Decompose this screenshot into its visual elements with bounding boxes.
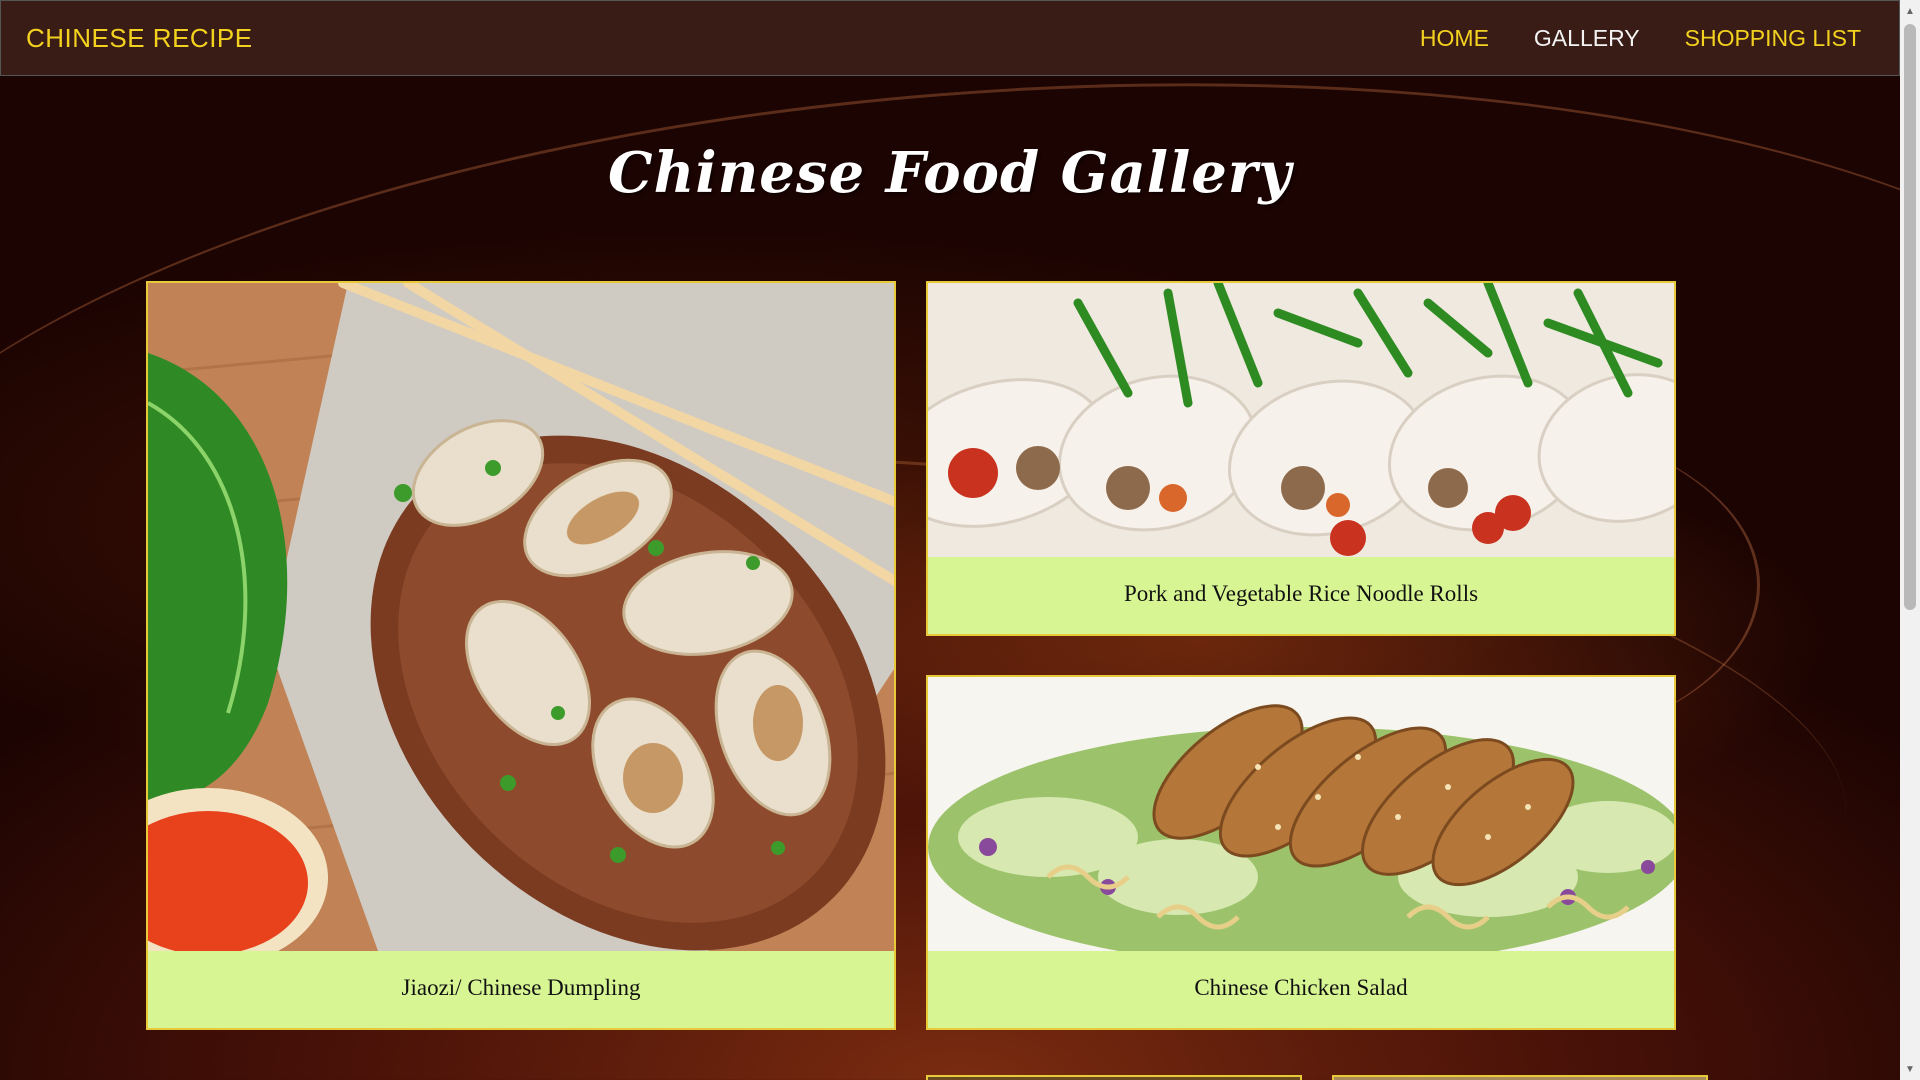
nav-gallery-link[interactable]: GALLERY bbox=[1534, 25, 1640, 52]
scroll-down-arrow-icon[interactable]: ▼ bbox=[1900, 1060, 1920, 1078]
scroll-up-arrow-icon[interactable]: ▲ bbox=[1900, 2, 1920, 20]
card-caption: Jiaozi/ Chinese Dumpling bbox=[401, 974, 641, 1000]
brand-link[interactable]: CHINESE RECIPE bbox=[26, 23, 253, 54]
dumplings-photo bbox=[148, 283, 894, 951]
scrollbar-thumb[interactable] bbox=[1904, 24, 1916, 610]
nav-shopping-list-link[interactable]: SHOPPING LIST bbox=[1685, 25, 1861, 52]
page-title: Chinese Food Gallery bbox=[608, 140, 1292, 206]
gallery-card-dumpling[interactable]: Jiaozi/ Chinese Dumpling bbox=[146, 281, 896, 1030]
vertical-scrollbar[interactable]: ▲ ▼ bbox=[1900, 0, 1920, 1080]
gallery-card-chicken-salad[interactable]: Chinese Chicken Salad bbox=[926, 675, 1676, 1030]
navbar: CHINESE RECIPE HOME GALLERY SHOPPING LIS… bbox=[0, 0, 1900, 76]
gallery-card-partial[interactable] bbox=[926, 1075, 1302, 1080]
chicken-salad-photo bbox=[928, 677, 1674, 951]
gallery-card-rice-noodle-rolls[interactable]: Pork and Vegetable Rice Noodle Rolls bbox=[926, 281, 1676, 636]
rice-noodle-rolls-photo bbox=[928, 283, 1674, 557]
card-caption: Chinese Chicken Salad bbox=[1194, 974, 1408, 1000]
nav-links: HOME GALLERY SHOPPING LIST bbox=[1420, 25, 1861, 52]
page: CHINESE RECIPE HOME GALLERY SHOPPING LIS… bbox=[0, 0, 1900, 1080]
nav-home-link[interactable]: HOME bbox=[1420, 25, 1489, 52]
gallery-card-partial[interactable] bbox=[1332, 1075, 1708, 1080]
card-caption: Pork and Vegetable Rice Noodle Rolls bbox=[1123, 580, 1479, 606]
